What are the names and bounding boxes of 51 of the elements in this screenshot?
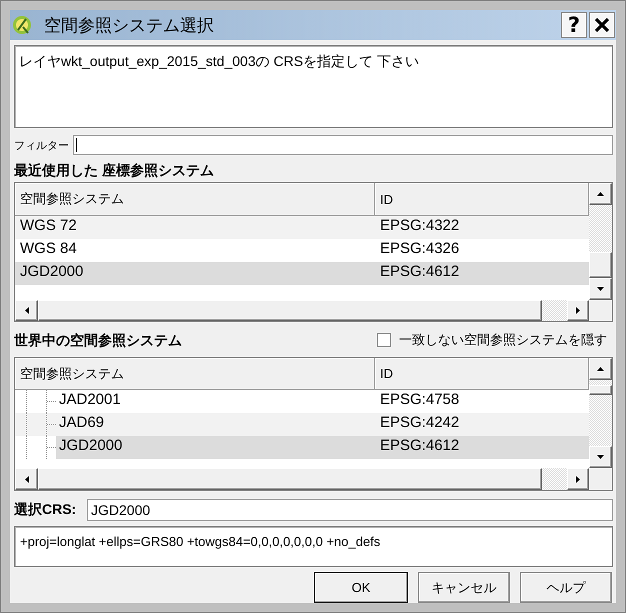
right-arrow-icon [576, 307, 580, 314]
selected-crs-field[interactable]: JGD2000 [87, 499, 613, 521]
logo-icon [12, 15, 32, 35]
proj-text: +proj=longlat +ellps=GRS80 +towgs84=0,0,0,0,0,0,0 +no_defs [20, 534, 380, 549]
scroll-down-button[interactable] [589, 446, 612, 468]
message-text: レイヤwkt_output_exp_2015_std_003の CRSを指定して 下さい [19, 53, 419, 71]
section-heading: 世界中の空間参照システム [14, 331, 182, 349]
crs-name-cell[interactable]: WGS 72 [15, 216, 375, 239]
column-header[interactable]: ID [375, 183, 589, 216]
scroll-right-button[interactable] [567, 300, 589, 321]
help-button[interactable]: ? [561, 12, 587, 38]
scroll-right-button[interactable] [567, 468, 589, 490]
close-icon [594, 17, 610, 33]
crs-id-cell: EPSG:4242 [375, 413, 589, 436]
crs-id-cell: EPSG:4612 [375, 436, 589, 459]
down-arrow-icon [597, 287, 604, 291]
scrollbar-corner [589, 300, 612, 321]
close-button[interactable] [589, 12, 615, 38]
column-header[interactable]: ID [375, 358, 589, 390]
column-header[interactable]: 空間参照システム [15, 183, 375, 216]
scroll-left-button[interactable] [15, 300, 38, 321]
filter-label: フィルター [14, 138, 70, 152]
window-title: 空間参照システム選択 [44, 14, 215, 36]
checkbox-label[interactable]: 一致しない空間参照システムを隠す [399, 331, 607, 349]
crs-name-cell[interactable]: JGD2000 [15, 262, 375, 285]
column-header[interactable]: 空間参照システム [15, 358, 375, 390]
scroll-down-button[interactable] [589, 278, 612, 300]
scroll-left-button[interactable] [15, 468, 38, 490]
up-arrow-icon [597, 192, 604, 196]
tree-branch-icon [15, 413, 56, 436]
up-arrow-icon [597, 367, 604, 371]
scrollbar-corner [589, 468, 612, 490]
right-arrow-icon [576, 476, 580, 482]
crs-name-cell[interactable]: JGD2000 [56, 436, 375, 459]
checkbox[interactable] [377, 333, 391, 347]
left-arrow-icon [24, 476, 28, 482]
section-heading: 最近使用した 座標参照システム [14, 161, 214, 179]
dialog-button[interactable]: OK [314, 572, 408, 603]
dialog-button[interactable]: キャンセル [418, 572, 510, 603]
scroll-up-button[interactable] [589, 183, 612, 205]
scroll-up-button[interactable] [589, 358, 612, 380]
scrollbar-thumb[interactable] [589, 252, 612, 278]
down-arrow-icon [597, 455, 604, 459]
crs-id-cell: EPSG:4612 [375, 262, 589, 285]
selected-crs-label: 選択CRS: [14, 501, 78, 519]
dialog-button[interactable]: ヘルプ [520, 572, 612, 603]
crs-id-cell: EPSG:4322 [375, 216, 589, 239]
crs-name-cell[interactable]: JAD69 [56, 413, 375, 436]
scrollbar-thumb[interactable] [589, 385, 612, 395]
left-arrow-icon [24, 307, 28, 314]
filter-field[interactable] [73, 135, 613, 155]
